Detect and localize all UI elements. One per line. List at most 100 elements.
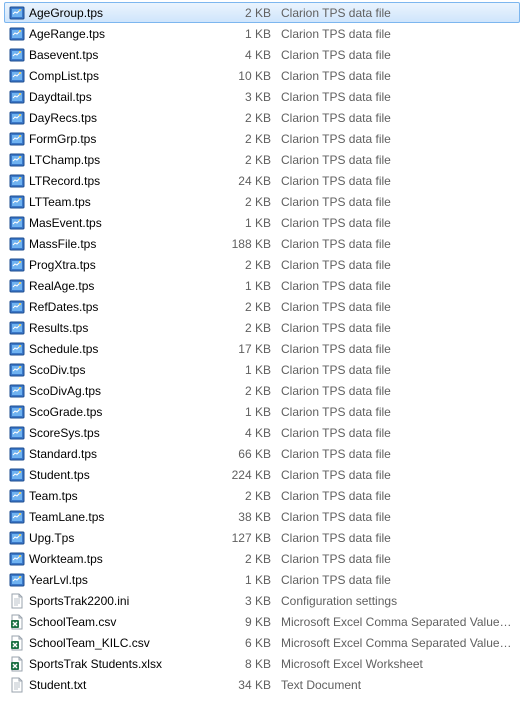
file-type: Clarion TPS data file xyxy=(281,384,517,398)
file-row[interactable]: DayRecs.tps2 KBClarion TPS data file xyxy=(4,107,520,128)
tps-file-icon xyxy=(7,551,27,567)
file-name: CompList.tps xyxy=(27,69,225,83)
file-row[interactable]: Upg.Tps127 KBClarion TPS data file xyxy=(4,527,520,548)
file-row[interactable]: ScoDiv.tps1 KBClarion TPS data file xyxy=(4,359,520,380)
file-name: ScoDivAg.tps xyxy=(27,384,225,398)
file-size: 38 KB xyxy=(225,510,281,524)
file-size: 10 KB xyxy=(225,69,281,83)
file-name: ProgXtra.tps xyxy=(27,258,225,272)
tps-file-icon xyxy=(7,509,27,525)
file-row[interactable]: Student.txt34 KBText Document xyxy=(4,674,520,695)
file-row[interactable]: SchoolTeam.csv9 KBMicrosoft Excel Comma … xyxy=(4,611,520,632)
file-list[interactable]: AgeGroup.tps2 KBClarion TPS data fileAge… xyxy=(4,2,520,695)
file-name: Results.tps xyxy=(27,321,225,335)
file-type: Clarion TPS data file xyxy=(281,342,517,356)
file-name: SportsTrak2200.ini xyxy=(27,594,225,608)
ini-file-icon xyxy=(7,593,27,609)
file-type: Clarion TPS data file xyxy=(281,27,517,41)
csv-file-icon xyxy=(7,614,27,630)
file-type: Clarion TPS data file xyxy=(281,6,517,20)
file-type: Clarion TPS data file xyxy=(281,174,517,188)
file-row[interactable]: ScoDivAg.tps2 KBClarion TPS data file xyxy=(4,380,520,401)
file-name: Basevent.tps xyxy=(27,48,225,62)
file-size: 2 KB xyxy=(225,300,281,314)
file-name: LTChamp.tps xyxy=(27,153,225,167)
tps-file-icon xyxy=(7,257,27,273)
file-type: Clarion TPS data file xyxy=(281,132,517,146)
file-row[interactable]: Workteam.tps2 KBClarion TPS data file xyxy=(4,548,520,569)
file-row[interactable]: MassFile.tps188 KBClarion TPS data file xyxy=(4,233,520,254)
file-size: 188 KB xyxy=(225,237,281,251)
file-name: DayRecs.tps xyxy=(27,111,225,125)
file-row[interactable]: ProgXtra.tps2 KBClarion TPS data file xyxy=(4,254,520,275)
file-size: 127 KB xyxy=(225,531,281,545)
tps-file-icon xyxy=(7,404,27,420)
file-type: Clarion TPS data file xyxy=(281,447,517,461)
file-name: Student.txt xyxy=(27,678,225,692)
file-row[interactable]: RealAge.tps1 KBClarion TPS data file xyxy=(4,275,520,296)
file-row[interactable]: CompList.tps10 KBClarion TPS data file xyxy=(4,65,520,86)
file-type: Clarion TPS data file xyxy=(281,195,517,209)
tps-file-icon xyxy=(7,236,27,252)
file-name: MassFile.tps xyxy=(27,237,225,251)
file-type: Clarion TPS data file xyxy=(281,531,517,545)
file-row[interactable]: Results.tps2 KBClarion TPS data file xyxy=(4,317,520,338)
file-name: RefDates.tps xyxy=(27,300,225,314)
file-row[interactable]: SportsTrak2200.ini3 KBConfiguration sett… xyxy=(4,590,520,611)
file-name: ScoGrade.tps xyxy=(27,405,225,419)
tps-file-icon xyxy=(7,488,27,504)
file-size: 4 KB xyxy=(225,426,281,440)
file-type: Clarion TPS data file xyxy=(281,510,517,524)
file-row[interactable]: Team.tps2 KBClarion TPS data file xyxy=(4,485,520,506)
file-size: 2 KB xyxy=(225,552,281,566)
tps-file-icon xyxy=(7,110,27,126)
file-type: Microsoft Excel Comma Separated Values .… xyxy=(281,636,517,650)
file-row[interactable]: Standard.tps66 KBClarion TPS data file xyxy=(4,443,520,464)
file-row[interactable]: AgeGroup.tps2 KBClarion TPS data file xyxy=(4,2,520,23)
file-row[interactable]: SportsTrak Students.xlsx8 KBMicrosoft Ex… xyxy=(4,653,520,674)
file-row[interactable]: FormGrp.tps2 KBClarion TPS data file xyxy=(4,128,520,149)
tps-file-icon xyxy=(7,383,27,399)
file-size: 3 KB xyxy=(225,90,281,104)
file-row[interactable]: YearLvl.tps1 KBClarion TPS data file xyxy=(4,569,520,590)
file-type: Clarion TPS data file xyxy=(281,69,517,83)
file-row[interactable]: LTRecord.tps24 KBClarion TPS data file xyxy=(4,170,520,191)
file-size: 1 KB xyxy=(225,573,281,587)
file-name: AgeRange.tps xyxy=(27,27,225,41)
file-type: Microsoft Excel Comma Separated Values .… xyxy=(281,615,517,629)
file-row[interactable]: Schedule.tps17 KBClarion TPS data file xyxy=(4,338,520,359)
file-row[interactable]: SchoolTeam_KILC.csv6 KBMicrosoft Excel C… xyxy=(4,632,520,653)
file-type: Clarion TPS data file xyxy=(281,153,517,167)
csv-file-icon xyxy=(7,635,27,651)
file-size: 2 KB xyxy=(225,489,281,503)
file-row[interactable]: MasEvent.tps1 KBClarion TPS data file xyxy=(4,212,520,233)
file-type: Clarion TPS data file xyxy=(281,363,517,377)
file-type: Clarion TPS data file xyxy=(281,111,517,125)
file-row[interactable]: ScoGrade.tps1 KBClarion TPS data file xyxy=(4,401,520,422)
file-row[interactable]: Basevent.tps4 KBClarion TPS data file xyxy=(4,44,520,65)
file-size: 1 KB xyxy=(225,363,281,377)
file-row[interactable]: LTChamp.tps2 KBClarion TPS data file xyxy=(4,149,520,170)
file-row[interactable]: LTTeam.tps2 KBClarion TPS data file xyxy=(4,191,520,212)
txt-file-icon xyxy=(7,677,27,693)
file-row[interactable]: RefDates.tps2 KBClarion TPS data file xyxy=(4,296,520,317)
file-row[interactable]: Student.tps224 KBClarion TPS data file xyxy=(4,464,520,485)
file-type: Clarion TPS data file xyxy=(281,237,517,251)
file-row[interactable]: AgeRange.tps1 KBClarion TPS data file xyxy=(4,23,520,44)
file-row[interactable]: TeamLane.tps38 KBClarion TPS data file xyxy=(4,506,520,527)
file-name: SportsTrak Students.xlsx xyxy=(27,657,225,671)
file-row[interactable]: ScoreSys.tps4 KBClarion TPS data file xyxy=(4,422,520,443)
file-type: Configuration settings xyxy=(281,594,517,608)
file-size: 2 KB xyxy=(225,384,281,398)
file-name: SchoolTeam.csv xyxy=(27,615,225,629)
tps-file-icon xyxy=(7,5,27,21)
file-name: TeamLane.tps xyxy=(27,510,225,524)
tps-file-icon xyxy=(7,194,27,210)
file-size: 2 KB xyxy=(225,321,281,335)
file-size: 6 KB xyxy=(225,636,281,650)
tps-file-icon xyxy=(7,362,27,378)
file-name: YearLvl.tps xyxy=(27,573,225,587)
file-type: Clarion TPS data file xyxy=(281,48,517,62)
file-row[interactable]: Daydtail.tps3 KBClarion TPS data file xyxy=(4,86,520,107)
file-type: Clarion TPS data file xyxy=(281,552,517,566)
